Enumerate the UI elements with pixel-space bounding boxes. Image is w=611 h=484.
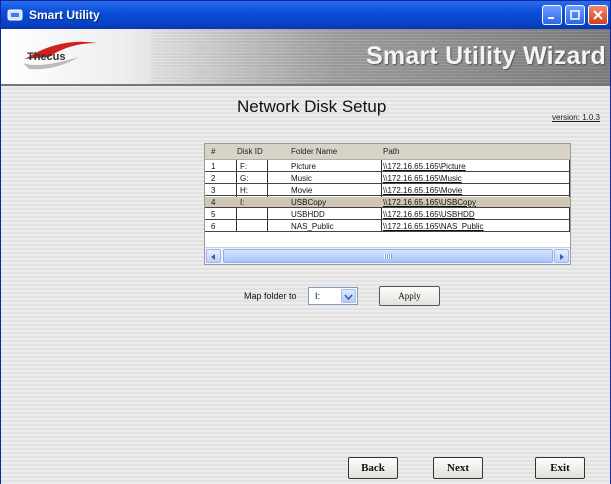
- wizard-banner: Thecus Smart Utility Wizard: [1, 29, 610, 86]
- cell-num: 1: [211, 162, 216, 171]
- maximize-button[interactable]: [565, 5, 585, 25]
- cell-disk-id: H:: [240, 186, 248, 195]
- cell-num: 4: [211, 198, 216, 207]
- cell-num: 5: [211, 210, 216, 219]
- cell-folder: Movie: [291, 186, 313, 195]
- header-num[interactable]: #: [211, 147, 215, 156]
- map-folder-label: Map folder to: [244, 291, 297, 301]
- table-row[interactable]: 5 USBHDD \\172.16.65.165\USBHDD: [205, 209, 570, 220]
- arrow-left-icon: [211, 254, 215, 260]
- cell-path: \\172.16.65.165\Movie: [383, 186, 463, 195]
- close-icon: [593, 10, 603, 20]
- chevron-down-icon: [344, 294, 353, 301]
- cell-folder: Picture: [291, 162, 316, 171]
- cell-disk-id: G:: [240, 174, 249, 183]
- drive-letter-select[interactable]: I:: [308, 287, 358, 305]
- scrollbar-thumb[interactable]: [223, 249, 553, 263]
- minimize-button[interactable]: [542, 5, 562, 25]
- horizontal-scrollbar[interactable]: [205, 247, 570, 264]
- cell-num: 3: [211, 186, 216, 195]
- back-button[interactable]: Back: [348, 457, 398, 479]
- page-title: Network Disk Setup: [237, 97, 387, 116]
- table-header: # Disk ID Folder Name Path: [205, 144, 570, 160]
- cell-disk-id: I:: [240, 198, 245, 207]
- cell-num: 2: [211, 174, 216, 183]
- cell-path: \\172.16.65.165\USBHDD: [383, 210, 475, 219]
- scroll-left-button[interactable]: [206, 249, 221, 263]
- version-link[interactable]: version: 1.0.3: [552, 113, 600, 122]
- app-window: Smart Utility Thecus Smart Utility Wizar…: [0, 0, 611, 484]
- table-row-selected[interactable]: 4 I: USBCopy \\172.16.65.165\USBCopy: [205, 197, 570, 208]
- scrollbar-grip: [384, 254, 392, 259]
- cell-folder: NAS_Public: [291, 222, 334, 231]
- arrow-right-icon: [560, 254, 564, 260]
- minimize-icon: [548, 17, 554, 19]
- maximize-icon: [570, 10, 580, 20]
- header-path[interactable]: Path: [383, 147, 399, 156]
- app-icon: [7, 9, 23, 21]
- exit-button[interactable]: Exit: [535, 457, 585, 479]
- logo-text: Thecus: [27, 51, 66, 63]
- cell-folder: USBCopy: [291, 198, 327, 207]
- next-button[interactable]: Next: [433, 457, 483, 479]
- drive-letter-value: I:: [315, 291, 321, 301]
- table-row[interactable]: 6 NAS_Public \\172.16.65.165\NAS_Public: [205, 221, 570, 232]
- dropdown-button[interactable]: [341, 289, 356, 303]
- wizard-title: Smart Utility Wizard: [366, 42, 606, 70]
- cell-folder: USBHDD: [291, 210, 325, 219]
- window-title: Smart Utility: [29, 8, 100, 22]
- header-folder-name[interactable]: Folder Name: [291, 147, 337, 156]
- title-bar[interactable]: Smart Utility: [1, 1, 610, 29]
- scroll-right-button[interactable]: [554, 249, 569, 263]
- table-row[interactable]: 1 F: Picture \\172.16.65.165\Picture: [205, 161, 570, 172]
- disk-table: # Disk ID Folder Name Path 1 F: Picture …: [204, 143, 571, 265]
- cell-path: \\172.16.65.165\Picture: [383, 162, 466, 171]
- cell-path: \\172.16.65.165\Music: [383, 174, 462, 183]
- wizard-content: Network Disk Setup version: 1.0.3 # Disk…: [1, 88, 610, 484]
- cell-path: \\172.16.65.165\NAS_Public: [383, 222, 484, 231]
- table-row[interactable]: 3 H: Movie \\172.16.65.165\Movie: [205, 185, 570, 196]
- cell-disk-id: F:: [240, 162, 248, 171]
- cell-path: \\172.16.65.165\USBCopy: [383, 198, 476, 207]
- table-row[interactable]: 2 G: Music \\172.16.65.165\Music: [205, 173, 570, 184]
- apply-button[interactable]: Apply: [379, 286, 440, 306]
- cell-folder: Music: [291, 174, 312, 183]
- cell-num: 6: [211, 222, 216, 231]
- close-button[interactable]: [588, 5, 608, 25]
- header-disk-id[interactable]: Disk ID: [237, 147, 263, 156]
